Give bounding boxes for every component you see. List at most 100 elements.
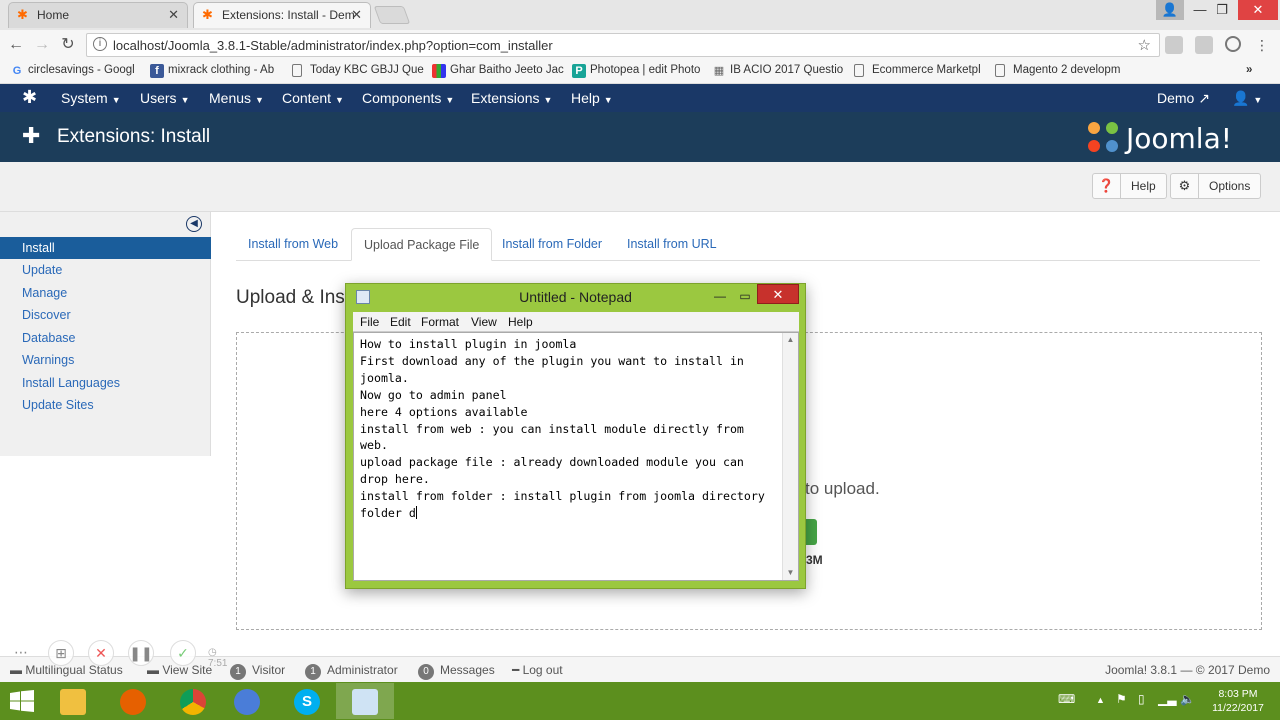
bookmark-item[interactable]: Today KBC GBJJ Que: [292, 64, 424, 77]
taskbar-chrome[interactable]: [164, 683, 222, 719]
dropzone-text: to upload.: [805, 479, 880, 498]
restore-window-icon[interactable]: ❐: [1208, 0, 1236, 20]
sidebar-item-warnings[interactable]: Warnings: [0, 349, 211, 371]
battery-icon[interactable]: ▯: [1138, 692, 1145, 706]
windows-start-icon[interactable]: [10, 690, 34, 712]
nav-extensions[interactable]: Extensions ▼: [471, 90, 552, 106]
tab-install-from-folder[interactable]: Install from Folder: [490, 228, 614, 261]
demo-site-link[interactable]: Demo ↗: [1157, 90, 1210, 107]
close-icon[interactable]: ✕: [757, 284, 799, 304]
caret-down-icon: ▼: [180, 95, 190, 105]
tab-install-from-web[interactable]: Install from Web: [236, 228, 350, 261]
minimize-icon[interactable]: —: [708, 286, 732, 306]
taskbar-file-explorer[interactable]: [44, 683, 102, 719]
finish-recording-icon[interactable]: ✓: [170, 640, 196, 666]
help-button[interactable]: ❓ Help: [1092, 173, 1167, 199]
sidebar-item-install-languages[interactable]: Install Languages: [0, 372, 211, 394]
info-icon[interactable]: i: [93, 37, 107, 51]
nav-system[interactable]: System ▼: [61, 90, 121, 106]
browser-tab-extensions[interactable]: ✱ Extensions: Install - Dem ✕: [193, 2, 371, 28]
nav-help[interactable]: Help ▼: [571, 90, 613, 106]
maximize-icon[interactable]: ▭: [733, 286, 757, 306]
new-tab-button[interactable]: [373, 6, 411, 24]
menu-format[interactable]: Format: [421, 315, 459, 329]
taskbar-chrome-alt[interactable]: [218, 683, 276, 719]
network-icon[interactable]: ▁▃: [1158, 692, 1176, 706]
back-arrow-icon[interactable]: ←: [6, 35, 26, 55]
taskbar-skype[interactable]: S: [278, 683, 336, 719]
camera-icon[interactable]: ⊞: [48, 640, 74, 666]
facebook-icon: f: [150, 64, 164, 78]
taskbar-notepad[interactable]: [336, 683, 394, 719]
nav-content[interactable]: Content ▼: [282, 90, 344, 106]
url-input[interactable]: i localhost/Joomla_3.8.1-Stable/administ…: [86, 33, 1160, 57]
menu-file[interactable]: File: [360, 315, 379, 329]
scroll-up-icon[interactable]: ▲: [783, 333, 798, 347]
collapse-sidebar-icon[interactable]: ◀: [186, 216, 202, 232]
close-tab-icon[interactable]: ✕: [351, 3, 362, 27]
notepad-titlebar[interactable]: Untitled - Notepad — ▭ ✕: [346, 284, 805, 312]
multilingual-status-link[interactable]: ▬ Multilingual Status: [10, 663, 123, 677]
windows-taskbar: S ⌨ ▲ ⚑ ▯ ▁▃ 🔈 8:03 PM 11/22/2017: [0, 682, 1280, 720]
forward-arrow-icon[interactable]: →: [32, 35, 52, 55]
browser-tab-home[interactable]: ✱ Home ✕: [8, 2, 188, 28]
vertical-scrollbar[interactable]: ▲ ▼: [782, 333, 798, 580]
install-tabs: Install from Web Upload Package File Ins…: [236, 228, 1260, 261]
tab-label: Extensions: Install - Dem: [222, 8, 355, 22]
sidebar-item-discover[interactable]: Discover: [0, 304, 211, 326]
bookmark-item[interactable]: P Photopea | edit Photo: [572, 64, 700, 78]
sidebar-item-update-sites[interactable]: Update Sites: [0, 394, 211, 416]
caret-down-icon: ▼: [543, 95, 553, 105]
close-window-icon[interactable]: ✕: [1238, 0, 1278, 20]
menu-help[interactable]: Help: [508, 315, 533, 329]
pause-recording-icon[interactable]: ❚❚: [128, 640, 154, 666]
extension-icon[interactable]: [1195, 36, 1213, 54]
messages-link[interactable]: 0 Messages: [418, 663, 495, 680]
nav-components[interactable]: Components ▼: [362, 90, 454, 106]
options-button[interactable]: ⚙ Options: [1170, 173, 1262, 199]
sidebar-item-database[interactable]: Database: [0, 327, 211, 349]
more-icon[interactable]: ⋯: [8, 640, 34, 666]
extension-icon[interactable]: [1225, 36, 1241, 52]
logout-link[interactable]: ━ Log out: [512, 663, 563, 677]
sidebar-item-install[interactable]: Install: [0, 237, 211, 259]
volume-icon[interactable]: 🔈: [1180, 692, 1195, 706]
cancel-recording-icon[interactable]: ✕: [88, 640, 114, 666]
photopea-icon: P: [572, 64, 586, 78]
tab-upload-package-file[interactable]: Upload Package File: [351, 228, 493, 261]
scroll-down-icon[interactable]: ▼: [783, 566, 798, 580]
visitors-count: 1 Visitor: [230, 663, 285, 680]
chrome-icon: [234, 689, 260, 715]
bookmark-item[interactable]: Magento 2 developm: [995, 64, 1120, 77]
user-profile-icon[interactable]: 👤: [1156, 0, 1184, 20]
bookmark-item[interactable]: Gcirclesavings - Googl: [10, 64, 135, 77]
joomla-logo-icon[interactable]: ✱: [22, 88, 37, 106]
browse-file-button[interactable]: [805, 519, 817, 545]
menu-edit[interactable]: Edit: [390, 315, 411, 329]
taskbar-clock[interactable]: 8:03 PM 11/22/2017: [1204, 687, 1272, 715]
menu-view[interactable]: View: [471, 315, 497, 329]
external-link-icon: ↗: [1198, 90, 1210, 106]
tab-install-from-url[interactable]: Install from URL: [615, 228, 729, 261]
flag-icon[interactable]: ⚑: [1116, 692, 1127, 706]
nav-menus[interactable]: Menus ▼: [209, 90, 264, 106]
sidebar-item-update[interactable]: Update: [0, 259, 211, 281]
keyboard-icon[interactable]: ⌨: [1058, 692, 1075, 706]
user-menu-icon[interactable]: 👤 ▼: [1232, 90, 1262, 107]
bookmark-item[interactable]: Ghar Baitho Jeeto Jac: [432, 64, 564, 78]
more-bookmarks-icon[interactable]: »: [1246, 64, 1252, 76]
notepad-icon: [352, 689, 378, 715]
bookmark-item[interactable]: Ecommerce Marketpl: [854, 64, 981, 77]
bookmark-item[interactable]: ▦ IB ACIO 2017 Questio: [712, 64, 843, 77]
more-menu-icon[interactable]: ⋮: [1252, 35, 1272, 55]
show-hidden-icons[interactable]: ▲: [1096, 695, 1105, 705]
extension-icon[interactable]: [1165, 36, 1183, 54]
bookmark-star-icon[interactable]: ☆: [1138, 36, 1151, 54]
bookmark-item[interactable]: f mixrack clothing - Ab: [150, 64, 274, 78]
nav-users[interactable]: Users ▼: [140, 90, 189, 106]
notepad-text-area[interactable]: How to install plugin in joomla First do…: [353, 332, 799, 581]
taskbar-firefox[interactable]: [104, 683, 162, 719]
sidebar-item-manage[interactable]: Manage: [0, 282, 211, 304]
reload-icon[interactable]: ↻: [58, 35, 78, 55]
close-tab-icon[interactable]: ✕: [168, 3, 179, 27]
